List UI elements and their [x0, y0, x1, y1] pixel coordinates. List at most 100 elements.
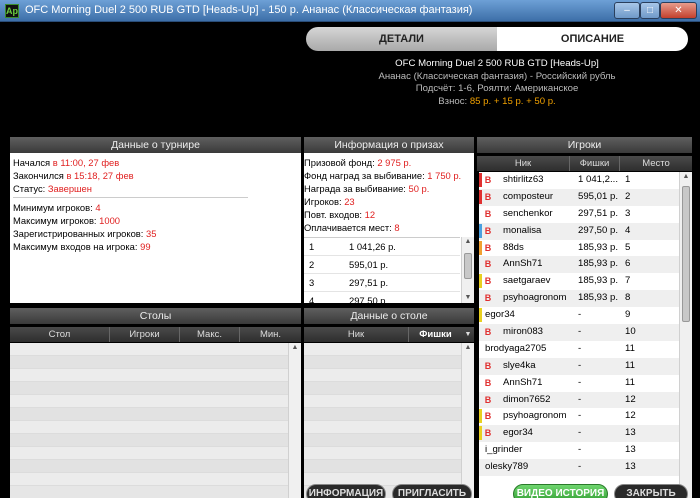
player-row[interactable]: olesky789 - 13 [479, 459, 679, 477]
player-row[interactable]: Bpsyhoagronom 185,93 р. 8 [479, 290, 679, 308]
info-button[interactable]: ИНФОРМАЦИЯ [306, 484, 386, 498]
player-row[interactable]: B AnnSh71 185,93 р. 6 [479, 256, 679, 274]
table-data-list[interactable]: ▲ [304, 343, 474, 498]
table-data-scrollbar[interactable]: ▲ [461, 343, 474, 498]
player-nick: brodyaga2705 [485, 342, 547, 354]
col-place[interactable]: Место [620, 156, 692, 171]
player-nick: psyhoagronom [503, 410, 567, 422]
player-nick: egor34 [485, 309, 515, 321]
player-chips: - [578, 309, 582, 321]
bounty-fund-value: 1 750 р. [427, 170, 462, 181]
player-row[interactable]: Bslye4ka - 11 [479, 357, 679, 375]
player-nick: composteur [503, 190, 554, 202]
bounty-value: 50 р. [408, 183, 430, 194]
col-max[interactable]: Макс. [180, 327, 240, 342]
player-nick: saetgaraev [503, 275, 551, 287]
player-marker [479, 240, 482, 255]
status-label: Статус: [13, 183, 46, 194]
bounty-badge-icon: B [484, 377, 492, 388]
tab-description[interactable]: ОПИСАНИЕ [497, 27, 688, 51]
player-row[interactable]: B 88ds 185,93 р. 5 [479, 240, 679, 257]
fee-value: 85 р. + 15 р. + 50 р. [469, 95, 556, 107]
invite-button[interactable]: ПРИГЛАСИТЬ [392, 484, 472, 498]
sort-arrow-icon[interactable]: ▼ [462, 327, 474, 342]
player-row[interactable]: i_grinder - 13 [479, 442, 679, 459]
players-count-value: 23 [344, 196, 355, 207]
player-chips: 1 041,2... [578, 174, 619, 185]
scroll-thumb[interactable] [682, 186, 690, 322]
bounty-badge-icon: B [484, 394, 492, 405]
player-chips: - [578, 410, 582, 422]
player-row[interactable]: egor34 - 9 [479, 307, 679, 324]
scroll-up-arrow-icon[interactable]: ▲ [462, 237, 474, 247]
players-count-label: Игроков: [304, 196, 342, 207]
minimize-button[interactable]: – [614, 2, 640, 19]
registered-value: 35 [146, 228, 157, 239]
prize-info-panel: Призовой фонд: 2 975 р. Фонд наград за в… [304, 153, 474, 310]
scroll-thumb[interactable] [464, 253, 472, 279]
player-chips: - [578, 342, 582, 354]
player-row[interactable]: Bshtirlitz63 1 041,2... 1 [479, 172, 679, 189]
col-table[interactable]: Стол [10, 327, 110, 342]
player-nick: 88ds [503, 241, 524, 253]
player-row[interactable]: Bdimon7652 - 12 [479, 391, 679, 409]
table-data-header: Данные о столе [304, 308, 474, 324]
started-label: Начался [13, 157, 51, 168]
player-row[interactable]: brodyaga2705 - 11 [479, 341, 679, 358]
payout-amount: 297,50 р. [349, 295, 389, 306]
player-row[interactable]: Begor34 - 13 [479, 425, 679, 443]
close-window-button[interactable]: ✕ [660, 2, 697, 19]
maximize-button[interactable]: □ [640, 2, 660, 19]
player-place: 11 [625, 342, 635, 354]
reentries-label: Повт. входов: [304, 209, 363, 220]
scroll-up-arrow-icon[interactable]: ▲ [680, 172, 692, 182]
window-title: OFC Morning Duel 2 500 RUB GTD [Heads-Up… [25, 4, 473, 16]
player-chips: - [578, 376, 582, 388]
min-players-value: 4 [95, 202, 101, 213]
players-scrollbar[interactable]: ▲ [679, 172, 692, 498]
bounty-badge-icon: B [484, 276, 492, 287]
col-chips[interactable]: Фишки [409, 327, 462, 342]
prize-pool-value: 2 975 р. [377, 157, 412, 168]
scroll-up-arrow-icon[interactable]: ▲ [289, 343, 301, 353]
col-nick[interactable]: Ник [477, 156, 570, 171]
payout-amount: 595,01 р. [349, 259, 389, 270]
scroll-down-arrow-icon[interactable]: ▼ [462, 293, 474, 303]
scroll-up-arrow-icon[interactable]: ▲ [462, 343, 474, 353]
close-button[interactable]: ЗАКРЫТЬ [614, 484, 688, 498]
player-row[interactable]: Bsaetgaraev 185,93 р. 7 [479, 273, 679, 290]
payout-scrollbar[interactable]: ▲ ▼ [461, 237, 474, 303]
player-chips: - [578, 427, 582, 439]
game-type: Ананас (Классическая фантазия) - Российс… [378, 70, 616, 82]
status-value: Завершен [47, 183, 92, 194]
player-nick: psyhoagronom [503, 292, 567, 304]
player-place: 12 [625, 393, 636, 405]
col-nick[interactable]: Ник [304, 327, 409, 342]
players-list[interactable]: Bshtirlitz63 1 041,2... 1 Bcomposteur 595,01… [479, 172, 679, 498]
payout-place: 4 [309, 295, 315, 306]
player-row[interactable]: Bsenchenkor 297,51 р. 3 [479, 206, 679, 223]
bounty-badge-icon: B [484, 259, 492, 270]
player-marker [479, 426, 482, 441]
col-players[interactable]: Игроки [110, 327, 180, 342]
video-history-button[interactable]: ВИДЕО ИСТОРИЯ [513, 484, 608, 498]
bounty-badge-icon: B [484, 242, 492, 253]
col-chips[interactable]: Фишки [570, 156, 620, 171]
player-row[interactable]: Bpsyhoagronom - 12 [479, 408, 679, 425]
player-row[interactable]: B AnnSh71 - 11 [479, 375, 679, 392]
player-chips: 297,50 р. [578, 224, 619, 236]
player-chips: 595,01 р. [578, 190, 619, 202]
ended-value: в 15:18, 27 фев [66, 170, 134, 181]
player-nick: dimon7652 [503, 393, 551, 405]
player-row[interactable]: Bmonalisa 297,50 р. 4 [479, 222, 679, 240]
tab-details[interactable]: ДЕТАЛИ [306, 27, 497, 51]
tables-scrollbar[interactable]: ▲ [288, 343, 301, 498]
player-nick: olesky789 [485, 461, 529, 473]
col-min[interactable]: Мин. [240, 327, 301, 342]
player-row[interactable]: Bmiron083 - 10 [479, 324, 679, 341]
player-place: 11 [625, 376, 635, 388]
tables-list[interactable]: ▲ [10, 343, 301, 498]
player-chips: 185,93 р. [578, 258, 619, 270]
player-row[interactable]: Bcomposteur 595,01 р. 2 [479, 188, 679, 206]
bounty-badge-icon: B [484, 428, 492, 439]
